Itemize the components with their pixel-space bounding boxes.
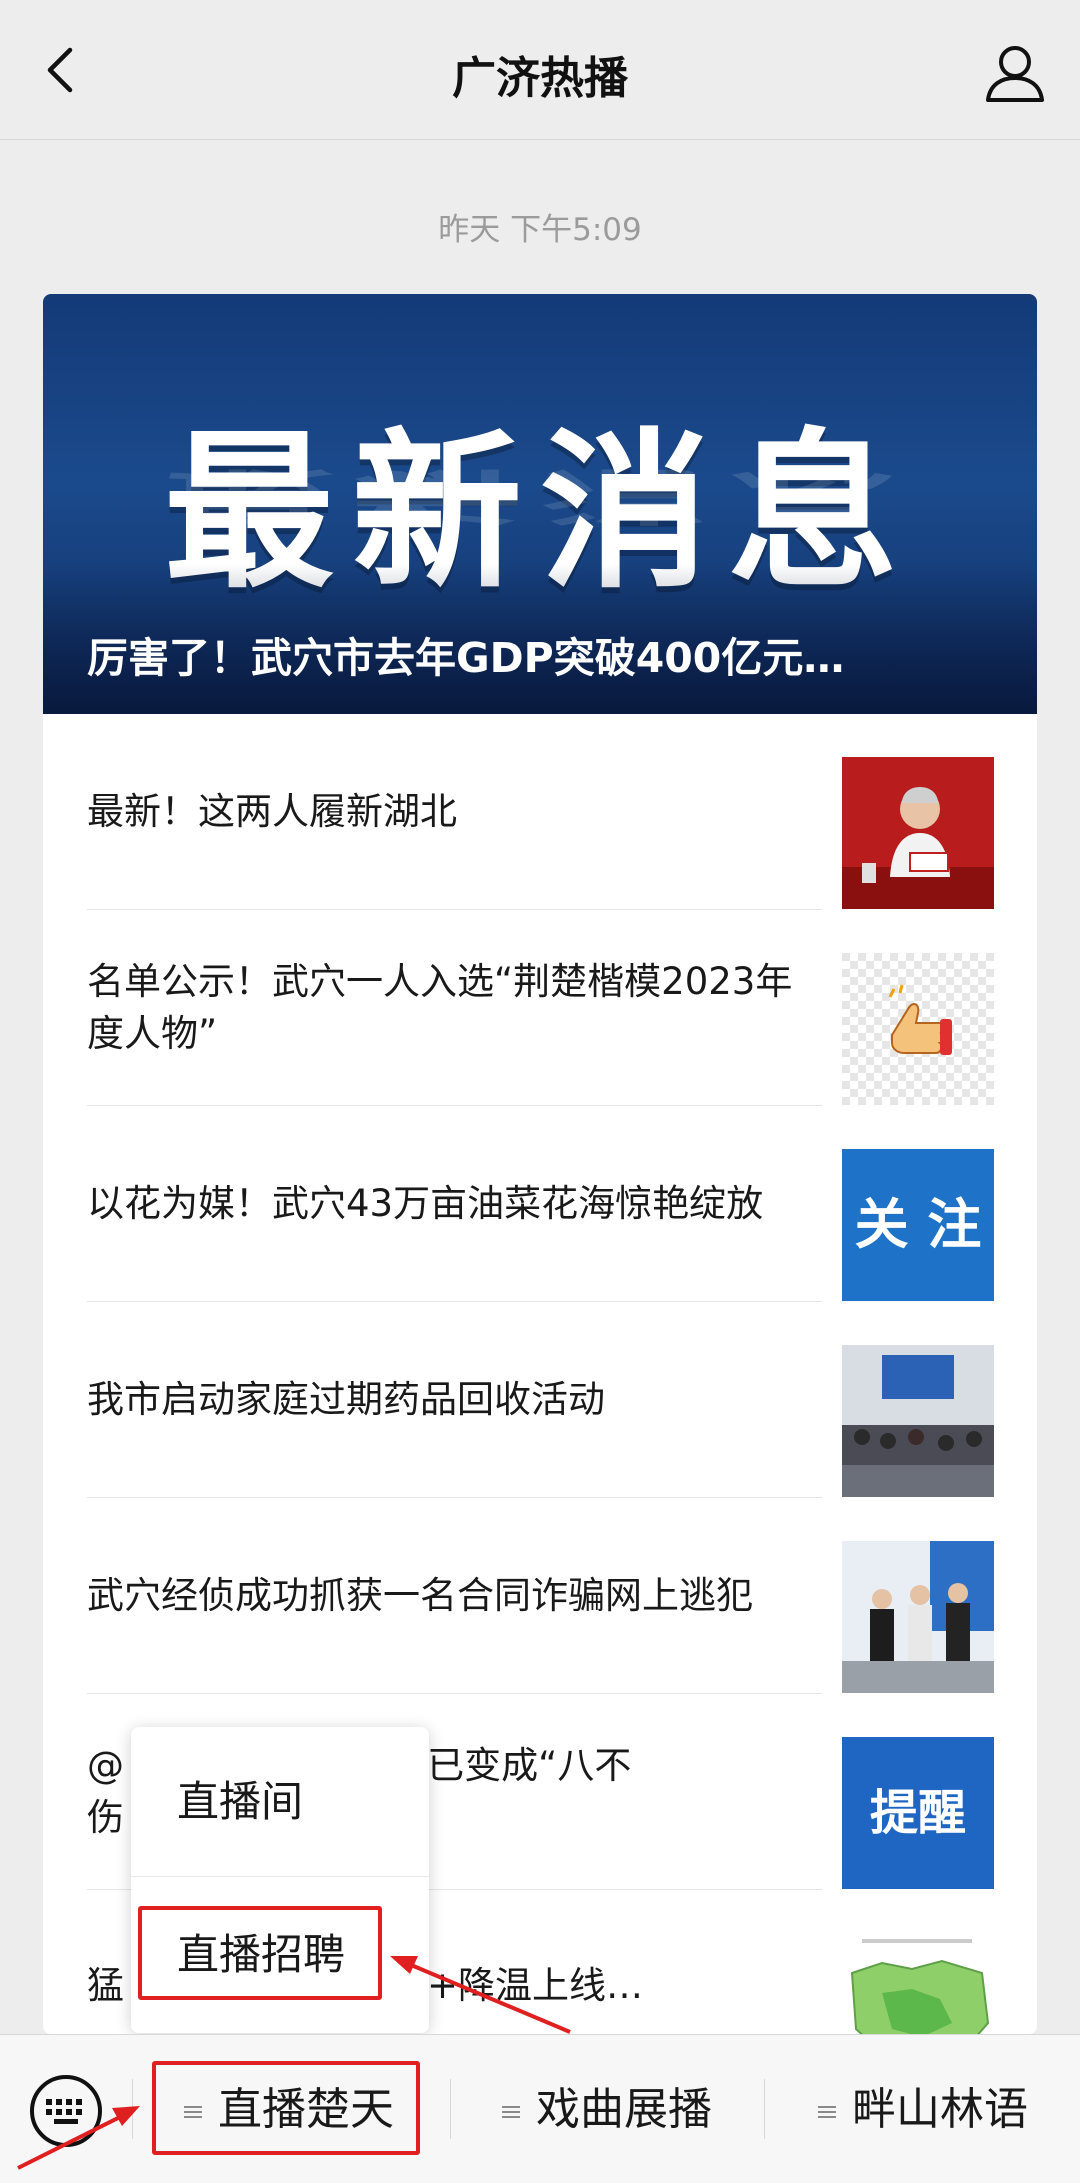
article-thumbnail: 关 注	[842, 1149, 994, 1301]
user-icon	[986, 46, 1044, 102]
annotation-highlight-recruitment	[138, 1906, 382, 2000]
tab-label: 戏曲展播	[536, 2084, 712, 2135]
tab-label: 畔山林语	[852, 2084, 1028, 2135]
profile-button[interactable]	[980, 38, 1050, 108]
article-row[interactable]: 最新！这两人履新湖北	[43, 714, 1037, 910]
article-title-line2: 伤	[87, 1796, 124, 1839]
article-row[interactable]: 我市启动家庭过期药品回收活动	[43, 1302, 1037, 1498]
thumbnail-text: 提醒	[869, 1785, 966, 1841]
article-thumbnail: 提醒	[842, 1737, 994, 1889]
article-title: 名单公示！武穴一人入选“荆楚楷模2023年度人物”	[87, 960, 793, 1055]
article-thumbnail	[842, 1345, 994, 1497]
keyboard-button[interactable]	[26, 2071, 106, 2151]
article-row[interactable]: 武穴经侦成功抓获一名合同诈骗网上逃犯	[43, 1498, 1037, 1694]
page-title: 广济热播	[452, 53, 628, 104]
article-title: 我市启动家庭过期药品回收活动	[87, 1378, 605, 1421]
tab-separator	[764, 2079, 765, 2139]
keyboard-icon	[30, 2075, 102, 2147]
article-title: 武穴经侦成功抓获一名合同诈骗网上逃犯	[87, 1574, 753, 1617]
article-title: 以花为媒！武穴43万亩油菜花海惊艳绽放	[87, 1182, 764, 1225]
message-timestamp: 昨天 下午5:09	[438, 212, 642, 248]
menu-item-live-room[interactable]: 直播间	[131, 1727, 429, 1877]
article-thumbnail	[842, 953, 994, 1105]
article-title-start: @	[87, 1744, 124, 1787]
annotation-highlight-chutian	[152, 2061, 420, 2155]
menu-lines-icon	[502, 2106, 520, 2118]
article-row[interactable]: 以花为媒！武穴43万亩油菜花海惊艳绽放 关 注	[43, 1106, 1037, 1302]
article-thumbnail	[842, 1541, 994, 1693]
article-title-start: 猛	[87, 1964, 124, 2007]
article-thumbnail	[842, 1933, 994, 2034]
article-thumbnail	[842, 757, 994, 909]
article-row[interactable]: 名单公示！武穴一人入选“荆楚楷模2023年度人物”	[43, 910, 1037, 1106]
menu-lines-icon	[818, 2106, 836, 2118]
hero-image-reflection: 最新消息	[163, 460, 916, 530]
navigation-bar: 广济热播	[0, 0, 1080, 140]
article-title: 最新！这两人履新湖北	[87, 790, 457, 833]
hero-title: 厉害了！武穴市去年GDP突破400亿元…	[87, 634, 845, 682]
hero-article[interactable]: 最新消息 最新消息 厉害了！武穴市去年GDP突破400亿元…	[43, 294, 1037, 714]
tab-panshan[interactable]: 畔山林语	[816, 2035, 1028, 2183]
tab-opera[interactable]: 戏曲展播	[500, 2035, 712, 2183]
thumbnail-text: 关 注	[854, 1193, 982, 1256]
tab-separator	[132, 2079, 133, 2139]
tab-separator	[450, 2079, 451, 2139]
